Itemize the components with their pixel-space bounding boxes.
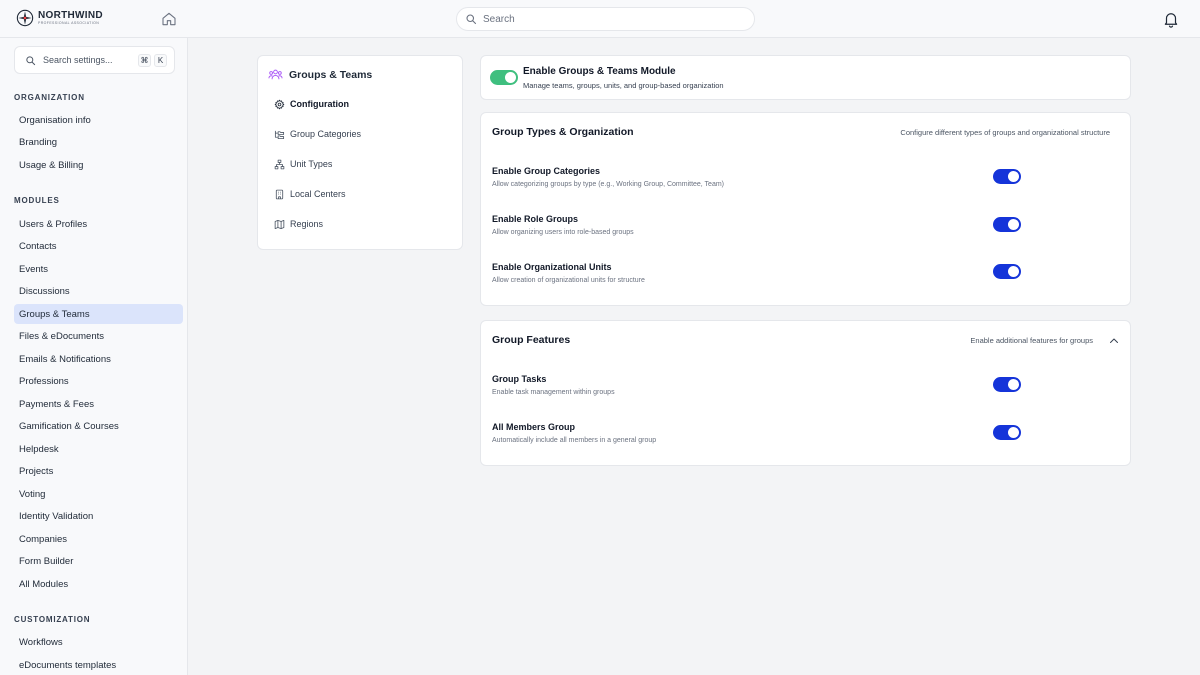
section-label-modules: MODULES: [14, 196, 60, 205]
toggle-group-categories[interactable]: [993, 169, 1021, 184]
subnav-title: Groups & Teams: [289, 68, 373, 81]
gear-icon: [274, 99, 285, 109]
module-description: Manage teams, groups, units, and group-b…: [523, 81, 724, 90]
sidebar-item-contacts[interactable]: Contacts: [14, 236, 183, 256]
sidebar-item-companies[interactable]: Companies: [14, 529, 183, 549]
group-features-title: Group Features: [492, 334, 571, 346]
module-enable-toggle[interactable]: [490, 70, 518, 85]
subnav-item-label: Regions: [290, 219, 324, 229]
home-icon[interactable]: [161, 11, 177, 27]
module-title: Enable Groups & Teams Module: [523, 66, 676, 77]
group-types-title: Group Types & Organization: [492, 126, 634, 138]
sidebar-item-edocuments-templates[interactable]: eDocuments templates: [14, 655, 183, 675]
group-types-description: Configure different types of groups and …: [900, 128, 1110, 137]
setting-description-organizational-units: Allow creation of organizational units f…: [492, 277, 645, 284]
subnav-item-label: Unit Types: [290, 159, 333, 169]
bell-icon[interactable]: [1162, 10, 1180, 28]
sidebar-item-emails-notifications[interactable]: Emails & Notifications: [14, 349, 183, 369]
sidebar-item-gamification-courses[interactable]: Gamification & Courses: [14, 416, 183, 436]
global-search-input[interactable]: [483, 13, 723, 25]
settings-search[interactable]: Search settings... ⌘ K: [14, 46, 175, 74]
map-icon: [274, 219, 285, 229]
toggle-organizational-units[interactable]: [993, 264, 1021, 279]
hierarchy-icon: [274, 159, 285, 169]
setting-title-group-categories: Enable Group Categories: [492, 166, 601, 176]
sidebar-item-workflows[interactable]: Workflows: [14, 632, 183, 652]
shortcut-key-cmd: ⌘: [138, 53, 151, 67]
sidebar-item-discussions[interactable]: Discussions: [14, 281, 183, 301]
users-group-icon: [268, 69, 283, 80]
subnav-item-label: Configuration: [290, 99, 349, 109]
building-icon: [275, 189, 284, 199]
setting-title-group-tasks: Group Tasks: [492, 374, 547, 384]
global-search[interactable]: [456, 7, 755, 31]
sidebar-item-identity-validation[interactable]: Identity Validation: [14, 506, 183, 526]
setting-description-group-categories: Allow categorizing groups by type (e.g.,…: [492, 181, 725, 188]
sidebar-item-branding[interactable]: Branding: [14, 132, 183, 152]
sidebar-item-users-profiles[interactable]: Users & Profiles: [14, 214, 183, 234]
setting-title-organizational-units: Enable Organizational Units: [492, 262, 612, 272]
module-enable-card: Enable Groups & Teams Module Manage team…: [480, 55, 1131, 100]
section-label-organization: ORGANIZATION: [14, 93, 85, 102]
setting-title-role-groups: Enable Role Groups: [492, 214, 579, 224]
toggle-group-tasks[interactable]: [993, 377, 1021, 392]
sidebar-item-all-modules[interactable]: All Modules: [14, 574, 183, 594]
sidebar-item-organisation-info[interactable]: Organisation info: [14, 110, 183, 130]
subnav-item-local-centers[interactable]: Local Centers: [274, 186, 346, 202]
group-features-card: Group Features Enable additional feature…: [480, 320, 1131, 466]
top-bar: NORTHWIND PROFESSIONAL ASSOCIATION: [0, 0, 1200, 38]
brand-name: NORTHWIND: [38, 9, 103, 21]
subnav-item-regions[interactable]: Regions: [274, 216, 323, 232]
setting-description-group-tasks: Enable task management within groups: [492, 389, 615, 396]
subnav-item-label: Local Centers: [290, 189, 346, 199]
shortcut-key-k: K: [154, 53, 167, 67]
folder-tree-icon: [274, 130, 285, 139]
search-icon: [26, 55, 36, 65]
groups-teams-subnav: Groups & Teams Configuration Group Categ…: [257, 55, 463, 250]
sidebar-item-helpdesk[interactable]: Helpdesk: [14, 439, 183, 459]
subnav-item-label: Group Categories: [290, 129, 362, 139]
sidebar-item-usage-billing[interactable]: Usage & Billing: [14, 155, 183, 175]
sidebar-item-files-edocuments[interactable]: Files & eDocuments: [14, 326, 183, 346]
logo[interactable]: NORTHWIND PROFESSIONAL ASSOCIATION: [16, 9, 103, 27]
sidebar-item-projects[interactable]: Projects: [14, 461, 183, 481]
toggle-role-groups[interactable]: [993, 217, 1021, 232]
subnav-item-configuration[interactable]: Configuration: [274, 96, 349, 112]
sidebar-item-form-builder[interactable]: Form Builder: [14, 551, 183, 571]
setting-description-role-groups: Allow organizing users into role-based g…: [492, 229, 634, 236]
settings-search-placeholder: Search settings...: [43, 55, 113, 65]
sidebar-item-groups-teams[interactable]: Groups & Teams: [14, 304, 183, 324]
subnav-item-unit-types[interactable]: Unit Types: [274, 156, 332, 172]
subnav-header: Groups & Teams: [268, 67, 372, 82]
settings-sidebar: Search settings... ⌘ K ORGANIZATION Orga…: [0, 38, 188, 675]
sidebar-item-professions[interactable]: Professions: [14, 371, 183, 391]
sidebar-item-payments-fees[interactable]: Payments & Fees: [14, 394, 183, 414]
sidebar-item-voting[interactable]: Voting: [14, 484, 183, 504]
compass-logo-icon: [16, 9, 34, 27]
chevron-up-icon[interactable]: [1108, 335, 1120, 347]
setting-description-all-members-group: Automatically include all members in a g…: [492, 437, 657, 444]
brand-tagline: PROFESSIONAL ASSOCIATION: [38, 20, 100, 25]
section-label-customization: CUSTOMIZATION: [14, 615, 91, 624]
subnav-item-group-categories[interactable]: Group Categories: [274, 126, 361, 142]
setting-title-all-members-group: All Members Group: [492, 422, 576, 432]
search-icon: [466, 14, 477, 25]
group-types-card: Group Types & Organization Configure dif…: [480, 112, 1131, 306]
toggle-all-members-group[interactable]: [993, 425, 1021, 440]
group-features-description: Enable additional features for groups: [970, 336, 1093, 345]
sidebar-item-events[interactable]: Events: [14, 259, 183, 279]
